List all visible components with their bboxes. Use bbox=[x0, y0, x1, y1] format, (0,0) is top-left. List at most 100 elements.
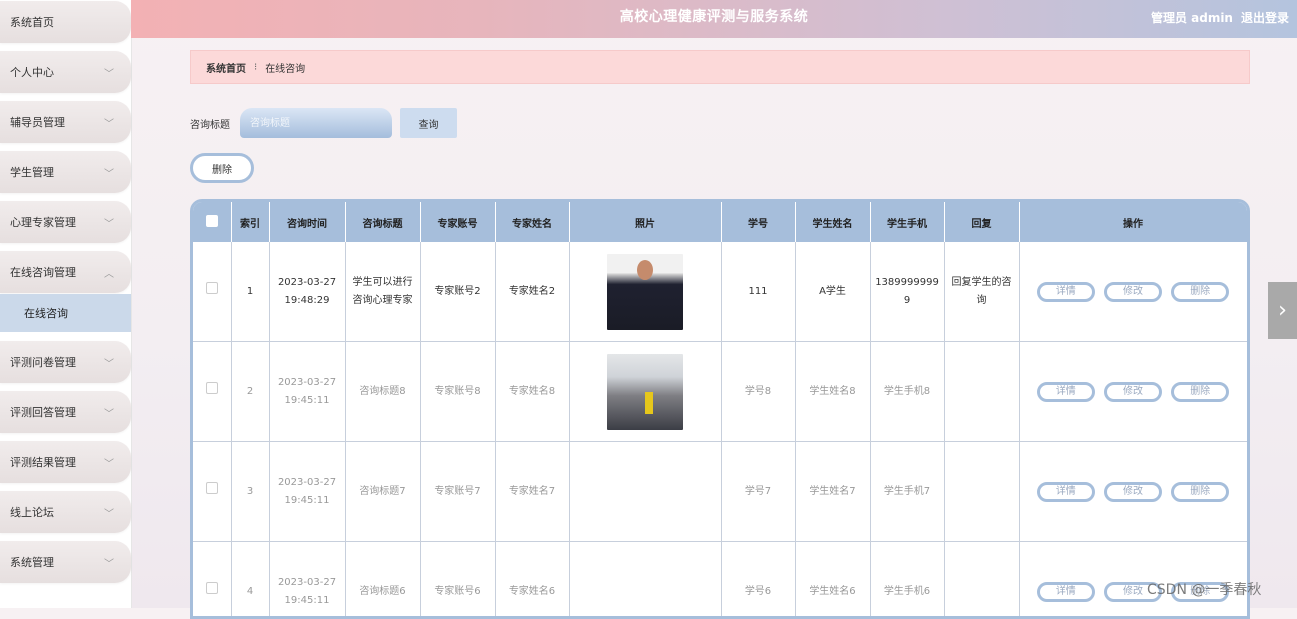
sidebar-item-consult[interactable]: 在线咨询 bbox=[0, 294, 131, 332]
cell-index: 2 bbox=[231, 342, 269, 442]
cell-expert-account: 专家账号7 bbox=[420, 442, 495, 542]
sidebar-item-questionnaire[interactable]: 评测问卷管理 ﹀ bbox=[0, 341, 131, 383]
cell-actions: 详情 修改 删除 bbox=[1019, 242, 1247, 342]
cell-title: 咨询标题7 bbox=[345, 442, 420, 542]
sidebar-item-home[interactable]: 系统首页 bbox=[0, 1, 131, 43]
detail-button[interactable]: 详情 bbox=[1037, 482, 1095, 502]
column-header: 学生手机 bbox=[870, 202, 944, 242]
detail-button[interactable]: 详情 bbox=[1037, 282, 1095, 302]
sidebar-item-counselor[interactable]: 辅导员管理 ﹀ bbox=[0, 101, 131, 143]
logout-link[interactable]: 退出登录 bbox=[1241, 9, 1289, 26]
cell-student-id: 111 bbox=[721, 242, 795, 342]
cell-phone: 学生手机8 bbox=[870, 342, 944, 442]
chevron-down-icon: ﹀ bbox=[103, 456, 115, 468]
cell-time: 2023-03-27 19:45:11 bbox=[269, 442, 345, 542]
delete-button[interactable]: 删除 bbox=[1171, 482, 1229, 502]
delete-button[interactable]: 删除 bbox=[1171, 282, 1229, 302]
top-header: 高校心理健康评测与服务系统 管理员 admin 退出登录 bbox=[131, 0, 1297, 38]
column-header: 索引 bbox=[231, 202, 269, 242]
sidebar-item-label: 个人中心 bbox=[10, 64, 54, 80]
cell-title: 咨询标题8 bbox=[345, 342, 420, 442]
column-header: 咨询时间 bbox=[269, 202, 345, 242]
column-header: 咨询标题 bbox=[345, 202, 420, 242]
select-all-cell[interactable] bbox=[193, 202, 231, 242]
column-header: 操作 bbox=[1019, 202, 1247, 242]
sidebar-item-answers[interactable]: 评测回答管理 ﹀ bbox=[0, 391, 131, 433]
header-user-area: 管理员 admin 退出登录 bbox=[1151, 0, 1289, 34]
cell-reply bbox=[944, 442, 1019, 542]
row-checkbox[interactable] bbox=[206, 382, 218, 394]
watermark: CSDN @一季春秋 bbox=[1147, 579, 1261, 599]
chevron-right-icon[interactable]: › bbox=[1268, 282, 1297, 339]
sidebar-item-consult-mgmt[interactable]: 在线咨询管理 ︿ bbox=[0, 251, 131, 293]
search-input[interactable] bbox=[240, 108, 392, 138]
chevron-down-icon: ﹀ bbox=[103, 406, 115, 418]
cell-expert-name: 专家姓名8 bbox=[495, 342, 569, 442]
cell-index: 1 bbox=[231, 242, 269, 342]
cell-actions: 详情 修改 删除 bbox=[1019, 342, 1247, 442]
cell-phone: 学生手机6 bbox=[870, 542, 944, 619]
cell-actions: 详情 修改 删除 bbox=[1019, 442, 1247, 542]
cell-reply: 回复学生的咨询 bbox=[944, 242, 1019, 342]
table-row: 1 2023-03-27 19:48:29 学生可以进行咨询心理专家 专家账号2… bbox=[193, 242, 1247, 342]
sidebar-item-label: 系统首页 bbox=[10, 14, 54, 30]
cell-student-id: 学号6 bbox=[721, 542, 795, 619]
sidebar-item-label: 心理专家管理 bbox=[10, 214, 76, 230]
row-checkbox[interactable] bbox=[206, 482, 218, 494]
column-header: 照片 bbox=[569, 202, 721, 242]
sidebar-item-forum[interactable]: 线上论坛 ﹀ bbox=[0, 491, 131, 533]
column-header: 专家账号 bbox=[420, 202, 495, 242]
search-button[interactable]: 查询 bbox=[400, 108, 457, 138]
column-header: 专家姓名 bbox=[495, 202, 569, 242]
edit-button[interactable]: 修改 bbox=[1104, 282, 1162, 302]
breadcrumb-separator: ⁝ bbox=[254, 62, 257, 73]
row-checkbox-cell[interactable] bbox=[193, 242, 231, 342]
sidebar-item-profile[interactable]: 个人中心 ﹀ bbox=[0, 51, 131, 93]
row-checkbox[interactable] bbox=[206, 582, 218, 594]
cell-reply bbox=[944, 542, 1019, 619]
row-checkbox-cell[interactable] bbox=[193, 542, 231, 619]
breadcrumb: 系统首页 ⁝ 在线咨询 bbox=[190, 50, 1250, 84]
bulk-delete-button[interactable]: 删除 bbox=[190, 153, 254, 183]
cell-time: 2023-03-27 19:48:29 bbox=[269, 242, 345, 342]
edit-button[interactable]: 修改 bbox=[1104, 382, 1162, 402]
sidebar-item-label: 系统管理 bbox=[10, 554, 54, 570]
cell-student-name: 学生姓名8 bbox=[795, 342, 870, 442]
sidebar-item-students[interactable]: 学生管理 ﹀ bbox=[0, 151, 131, 193]
chevron-down-icon: ﹀ bbox=[103, 116, 115, 128]
cell-title: 咨询标题6 bbox=[345, 542, 420, 619]
sidebar-item-label: 评测结果管理 bbox=[10, 454, 76, 470]
cell-student-name: A学生 bbox=[795, 242, 870, 342]
cell-phone: 13899999999 bbox=[870, 242, 944, 342]
cell-student-name: 学生姓名6 bbox=[795, 542, 870, 619]
sidebar-item-experts[interactable]: 心理专家管理 ﹀ bbox=[0, 201, 131, 243]
cell-reply bbox=[944, 342, 1019, 442]
breadcrumb-current: 在线咨询 bbox=[265, 60, 305, 75]
row-checkbox-cell[interactable] bbox=[193, 442, 231, 542]
sidebar-item-label: 评测问卷管理 bbox=[10, 354, 76, 370]
cell-index: 4 bbox=[231, 542, 269, 619]
cell-photo bbox=[569, 542, 721, 619]
cell-photo bbox=[569, 442, 721, 542]
sidebar-item-system[interactable]: 系统管理 ﹀ bbox=[0, 541, 131, 583]
sidebar-item-label: 线上论坛 bbox=[10, 504, 54, 520]
breadcrumb-home[interactable]: 系统首页 bbox=[206, 60, 246, 75]
detail-button[interactable]: 详情 bbox=[1037, 382, 1095, 402]
row-checkbox-cell[interactable] bbox=[193, 342, 231, 442]
sidebar-item-results[interactable]: 评测结果管理 ﹀ bbox=[0, 441, 131, 483]
cell-student-name: 学生姓名7 bbox=[795, 442, 870, 542]
column-header: 回复 bbox=[944, 202, 1019, 242]
edit-button[interactable]: 修改 bbox=[1104, 482, 1162, 502]
cell-expert-name: 专家姓名6 bbox=[495, 542, 569, 619]
cell-photo bbox=[569, 342, 721, 442]
select-all-checkbox[interactable] bbox=[206, 215, 218, 227]
sidebar-item-label: 在线咨询 bbox=[24, 305, 68, 321]
detail-button[interactable]: 详情 bbox=[1037, 582, 1095, 602]
chevron-down-icon: ﹀ bbox=[103, 556, 115, 568]
column-header: 学生姓名 bbox=[795, 202, 870, 242]
delete-button[interactable]: 删除 bbox=[1171, 382, 1229, 402]
sidebar-item-label: 在线咨询管理 bbox=[10, 264, 76, 280]
chevron-down-icon: ﹀ bbox=[103, 166, 115, 178]
row-checkbox[interactable] bbox=[206, 282, 218, 294]
cell-student-id: 学号7 bbox=[721, 442, 795, 542]
